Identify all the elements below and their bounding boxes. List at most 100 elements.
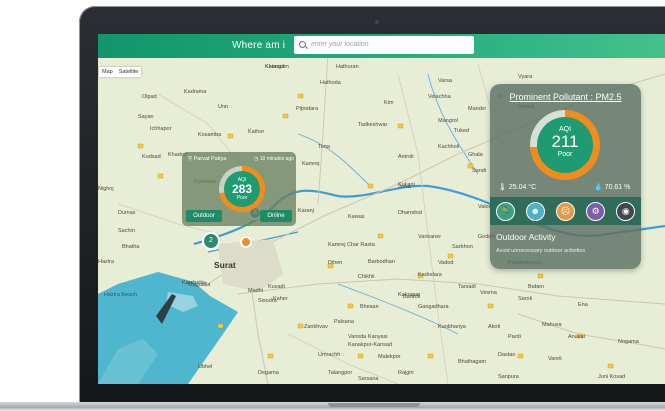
place-label: Antroli — [398, 154, 414, 160]
place-label: Kadodara — [418, 272, 442, 278]
place-label: Barbodhan — [368, 259, 395, 265]
webcam — [375, 20, 379, 24]
place-label: Kathor — [248, 129, 265, 135]
activity-icons-bar: 🏃 ☻ ☹ ⚙ ◉ — [490, 197, 641, 225]
updated-row: ◷ 10 minutes ago — [254, 156, 294, 162]
place-label: Kadrama — [184, 89, 207, 95]
city-label: Surat — [214, 260, 236, 270]
place-label: Tarsadi — [458, 284, 476, 290]
place-label: Juni Kosad — [598, 374, 626, 380]
location-row: ⚲ Parvat Patiya — [188, 156, 227, 162]
place-label: Dumas — [118, 210, 136, 216]
updated-time: 10 minutes ago — [259, 156, 294, 162]
aqi-gauge: AQI 283 Poor — [219, 166, 265, 212]
place-label: Sandi — [472, 168, 487, 174]
place-label: Kawas — [348, 214, 365, 220]
place-label: Hathuran — [336, 64, 359, 70]
humidity-readout: 💧 70.61 % — [594, 183, 630, 191]
place-label: Ghala — [468, 152, 483, 158]
place-label: Pipodara — [296, 106, 319, 112]
place-label: Velachha — [428, 94, 451, 100]
search-placeholder: enter your location — [311, 41, 369, 48]
place-label: Ena — [578, 302, 588, 308]
place-label: Malekpor — [378, 354, 401, 360]
place-label: Madhi — [248, 288, 263, 294]
place-label: Vyara — [518, 74, 533, 80]
location-name: Parvat Patiya — [193, 156, 227, 162]
water-label: Hazira Beach — [104, 292, 138, 298]
cycling-icon[interactable]: ⚙ — [586, 201, 606, 221]
place-label: Pardi — [508, 334, 521, 340]
place-label: Kakrapar — [398, 292, 421, 298]
place-label: Dhamdod — [398, 210, 422, 216]
map-button[interactable]: Map — [99, 67, 116, 77]
place-label: Vansda — [348, 334, 367, 340]
humidity-value: 70.61 % — [604, 184, 631, 191]
place-label: Sanpura — [498, 374, 519, 380]
place-label: Vankaner — [418, 234, 442, 240]
car-icon[interactable]: ◉ — [616, 201, 636, 221]
map-type-toggle[interactable]: Map Satellite — [99, 67, 142, 77]
place-label: Kosamba — [198, 132, 222, 138]
aqi-value-large: 211 — [551, 132, 579, 151]
place-label: Nogama — [618, 339, 639, 345]
header-title: Where am i — [232, 40, 286, 51]
place-label: Dihen — [328, 260, 343, 266]
place-label: Karanj — [298, 208, 314, 214]
running-icon[interactable]: 🏃 — [495, 201, 515, 221]
place-label: Kim — [384, 100, 394, 106]
prominent-pollutant-title[interactable]: Prominent Pollutant : PM2.5 — [490, 92, 641, 102]
place-label: Tena — [318, 144, 330, 150]
place-label: Jolva — [398, 184, 411, 190]
place-label: Mandvi — [468, 106, 486, 112]
place-label: Palsana — [334, 319, 354, 325]
person-icon[interactable]: ☻ — [525, 201, 545, 221]
place-label: Sachin — [118, 228, 135, 234]
place-label: Sayan — [138, 114, 154, 120]
local-aqi-card[interactable]: ⚲ Parvat Patiya ◷ 10 minutes ago AQI 283… — [182, 152, 296, 226]
place-label: Kuvadi — [268, 284, 285, 290]
temperature-value: 25.04 °C — [508, 184, 537, 191]
place-label: Tadkeshwar — [358, 122, 388, 128]
header-bar: Where am i enter your location — [98, 34, 665, 58]
place-label: Hazira — [98, 259, 114, 265]
place-label: Mangrol — [438, 118, 458, 124]
place-label: Umrachh — [318, 352, 341, 358]
place-label: Sarsana — [358, 376, 379, 382]
place-label: Kanakpur-Kansad — [348, 342, 393, 348]
place-label: Talangpor — [328, 370, 353, 376]
aqi-gauge-large: AQI 211 Poor — [530, 110, 600, 180]
mask-icon[interactable]: ☹ — [555, 201, 575, 221]
place-label: Ubhel — [198, 364, 213, 370]
place-label: Saroli — [518, 296, 533, 302]
place-label: Hathoda — [320, 80, 341, 86]
place-label: Kamrej Char Rasta — [328, 242, 375, 248]
place-label: Anaval — [568, 334, 585, 340]
place-label: Kunbhariya — [438, 324, 466, 330]
place-label: Nighoj — [98, 186, 114, 192]
place-label: Bhesan — [360, 304, 379, 310]
place-label: Gangadhara — [418, 304, 449, 310]
place-label: Kaher — [273, 296, 288, 302]
place-label: Degama — [258, 370, 279, 376]
aqi-marker-orange[interactable] — [240, 236, 252, 248]
location-search-input[interactable]: enter your location — [294, 36, 474, 54]
place-label: Ichhapor — [150, 126, 172, 132]
place-label: Dastan — [498, 352, 516, 358]
satellite-button[interactable]: Satellite — [116, 67, 142, 77]
place-label: Varsa — [438, 78, 452, 84]
place-label: Bhatha — [122, 244, 140, 250]
place-label: Vesma — [480, 290, 497, 296]
aqi-status: Poor — [236, 195, 248, 201]
place-label: Sarbhon — [452, 244, 473, 250]
online-button[interactable]: Online — [260, 210, 292, 222]
aqi-marker-b[interactable]: 2 — [202, 232, 220, 250]
place-label: Tuked — [454, 128, 470, 134]
place-label: Unn — [218, 104, 229, 110]
place-label: Kachholi — [438, 144, 460, 150]
place-label: Mahuva — [542, 322, 562, 328]
outdoor-button[interactable]: Outdoor — [186, 210, 222, 222]
place-label: Kanyasi — [368, 334, 388, 340]
place-label: Zankhvav — [304, 324, 328, 330]
place-label: Vareli — [548, 356, 562, 362]
